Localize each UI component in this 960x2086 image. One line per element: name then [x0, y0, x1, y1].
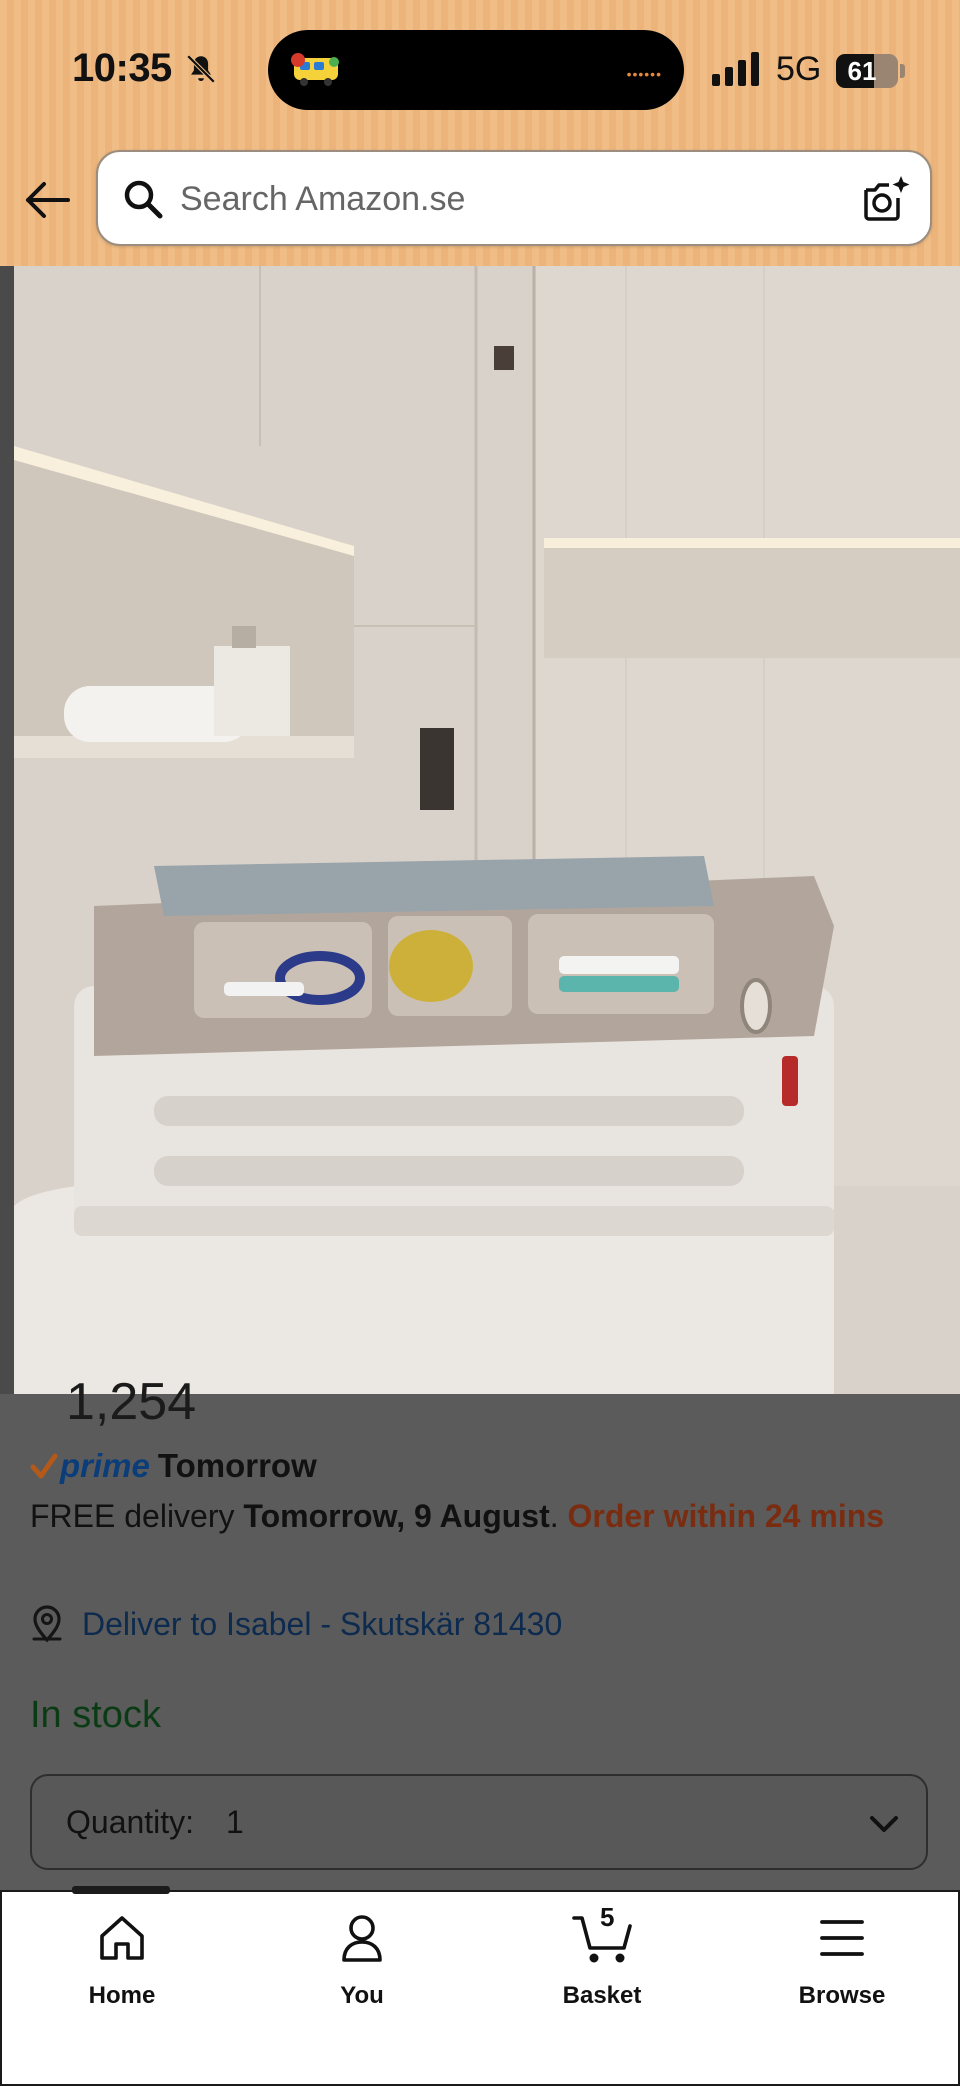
product-photo: [14, 266, 960, 1394]
bottom-tab-bar: Home You 5 Basket Browse: [0, 1886, 960, 2086]
delivery-prefix: FREE delivery: [30, 1498, 244, 1534]
image-left-edge: [0, 266, 14, 1394]
price-partial: 1,254: [66, 1373, 197, 1431]
signal-icon: [712, 52, 759, 86]
basket-count: 5: [600, 1902, 615, 1932]
search-icon: [124, 180, 163, 219]
status-time: 10:35: [72, 46, 172, 90]
delivery-sep: .: [549, 1498, 568, 1534]
quantity-value: 1: [226, 1804, 244, 1840]
quantity-selector[interactable]: Quantity: 1: [30, 1774, 928, 1870]
camera-lens-icon[interactable]: [860, 174, 910, 224]
tab-browse[interactable]: Browse: [752, 1910, 932, 2010]
deliver-to-address: Deliver to Isabel - Skutskär 81430: [82, 1605, 563, 1642]
delivery-info: FREE delivery Tomorrow, 9 August. Order …: [30, 1494, 910, 1538]
chevron-down-icon: [870, 1816, 898, 1832]
tab-home-label: Home: [88, 1982, 156, 2009]
app-header: 10:35 •••••• 5G 61: [0, 0, 960, 266]
tab-basket-label: Basket: [562, 1982, 642, 2009]
bell-muted-icon: [186, 54, 216, 84]
deliver-to-link[interactable]: Deliver to Isabel - Skutskär 81430: [30, 1602, 562, 1646]
back-arrow-icon[interactable]: [24, 180, 70, 220]
location-pin-icon: [32, 1605, 62, 1643]
tab-home[interactable]: Home: [32, 1910, 212, 2010]
active-tab-indicator: [72, 1886, 170, 1894]
product-image[interactable]: [14, 266, 960, 1394]
dynamic-island: ••••••: [268, 30, 684, 110]
stock-status: In stock: [30, 1694, 161, 1736]
prime-delivery-day: Tomorrow: [157, 1447, 317, 1484]
menu-icon: [820, 1920, 864, 1956]
delivery-date: Tomorrow, 9 August: [243, 1498, 550, 1534]
person-icon: [342, 1915, 382, 1962]
tab-basket[interactable]: 5 Basket: [512, 1902, 692, 2010]
activity-dots: ••••••: [626, 66, 662, 82]
battery-icon: 61: [836, 54, 906, 88]
search-input[interactable]: [180, 168, 820, 230]
order-within: Order within 24 mins: [567, 1498, 885, 1534]
prime-check-icon: [30, 1453, 58, 1479]
search-bar[interactable]: [96, 150, 932, 246]
prime-delivery-row: prime Tomorrow: [30, 1444, 317, 1488]
home-icon: [100, 1916, 144, 1960]
network-type: 5G: [776, 50, 822, 88]
quantity-label: Quantity:: [66, 1804, 195, 1840]
prime-logo: prime: [60, 1447, 150, 1484]
tab-you[interactable]: You: [272, 1910, 452, 2010]
battery-level: 61: [847, 56, 877, 86]
ride-app-icon: [291, 53, 339, 86]
tab-you-label: You: [340, 1982, 384, 2009]
product-details: 1,254 prime Tomorrow FREE delivery Tomor…: [0, 1373, 960, 1890]
tab-browse-label: Browse: [798, 1982, 886, 2009]
